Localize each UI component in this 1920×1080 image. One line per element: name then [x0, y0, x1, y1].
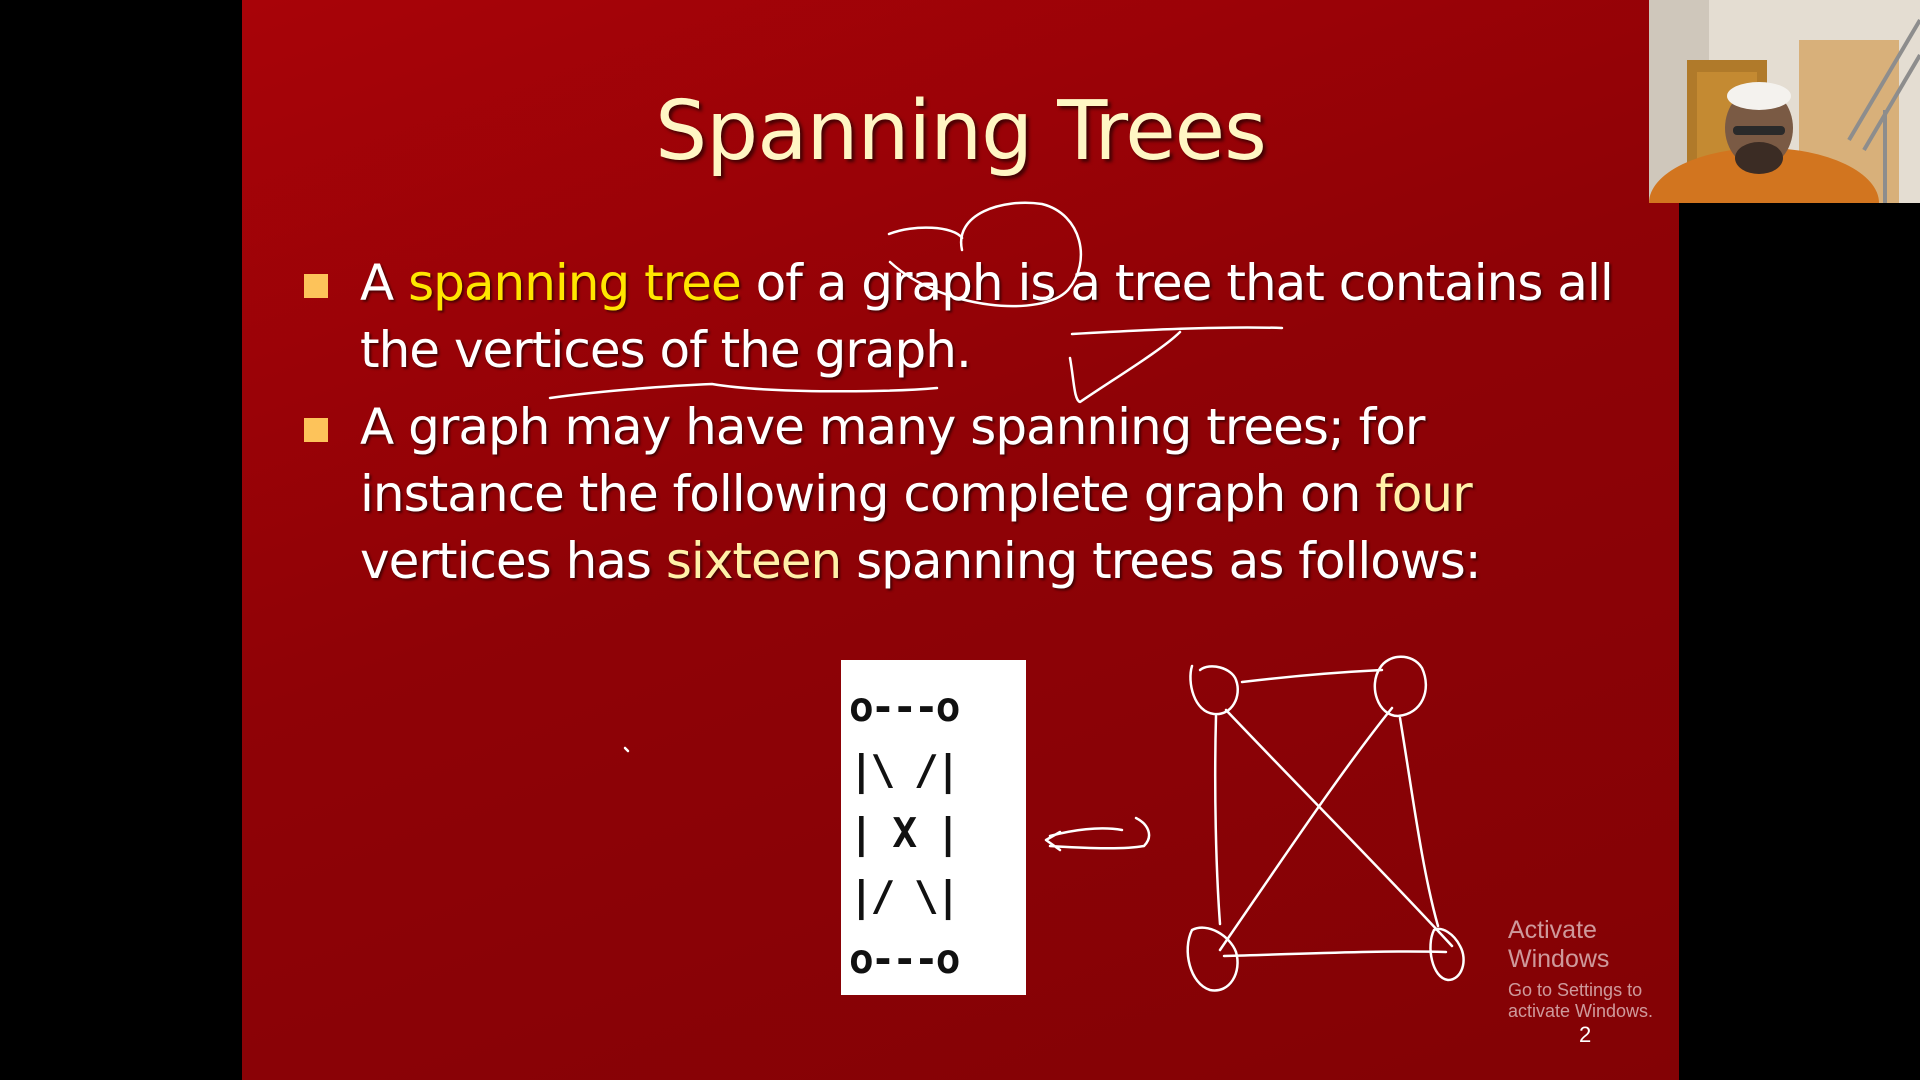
text-segment: spanning trees as follows: [841, 532, 1482, 590]
bullet-text: A spanning tree of a graph is a tree tha… [360, 250, 1634, 384]
webcam-scene [1649, 0, 1920, 203]
slide-page-number: 2 [1579, 1022, 1592, 1047]
slide-title: Spanning Trees [655, 84, 1267, 179]
text-segment: A [360, 254, 409, 312]
watermark-title: Activate Windows [1508, 916, 1610, 973]
bullet-item: A graph may have many spanning trees; fo… [304, 394, 1634, 595]
highlighted-term: four [1375, 465, 1472, 523]
ink-dot [623, 746, 630, 753]
bullet-list: A spanning tree of a graph is a tree tha… [304, 250, 1634, 605]
ink-complete-graph [1186, 655, 1465, 992]
watermark-subtitle: Go to Settings to activate Windows. [1508, 980, 1654, 1021]
highlighted-term: spanning tree [408, 254, 742, 312]
square-bullet-icon [304, 274, 328, 298]
text-segment: vertices has [360, 532, 666, 590]
ink-arrow [1044, 816, 1151, 852]
ascii-graph-text: o---o |\ /| | X | |/ \| o---o [849, 683, 960, 983]
text-segment: A graph may have many spanning trees; fo… [360, 398, 1425, 523]
complete-graph-ascii-figure: o---o |\ /| | X | |/ \| o---o [841, 660, 1026, 995]
highlighted-term: sixteen [665, 532, 842, 590]
activate-windows-watermark: Activate Windows Go to Settings to activ… [1508, 916, 1679, 1022]
webcam-video-thumbnail [1649, 0, 1920, 203]
bullet-text: A graph may have many spanning trees; fo… [360, 394, 1634, 595]
presentation-slide: Spanning Trees A spanning tree of a grap… [242, 0, 1679, 1080]
square-bullet-icon [304, 418, 328, 442]
bullet-item: A spanning tree of a graph is a tree tha… [304, 250, 1634, 384]
